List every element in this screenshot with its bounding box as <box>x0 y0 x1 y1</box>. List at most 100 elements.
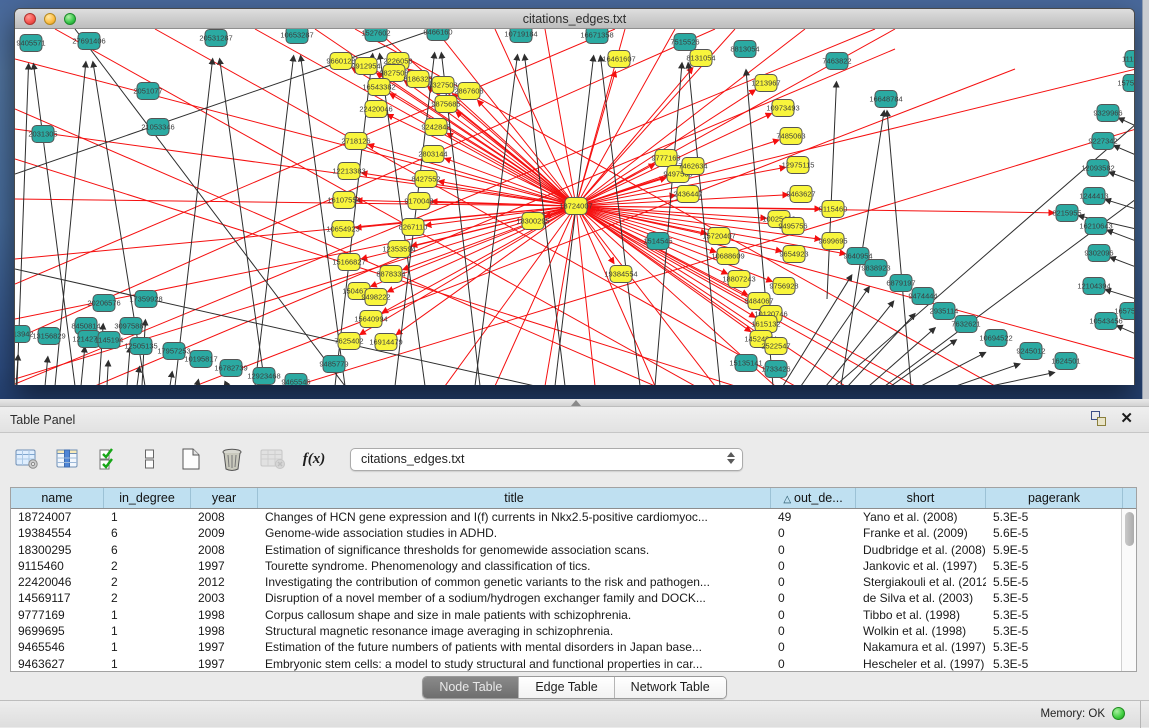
network-node[interactable]: 2051077 <box>133 83 162 100</box>
network-node[interactable]: 17359928 <box>129 291 162 308</box>
network-node[interactable]: 8878334 <box>376 266 405 283</box>
network-node[interactable]: 16914479 <box>369 334 402 351</box>
new-column-button[interactable] <box>178 446 204 472</box>
network-node[interactable]: 8427552 <box>411 171 440 188</box>
network-node[interactable]: 15751874 <box>1117 75 1134 92</box>
table-mode-button[interactable] <box>14 446 40 472</box>
network-node[interactable]: 9302096 <box>1084 245 1113 262</box>
network-node[interactable]: 7515526 <box>670 34 699 51</box>
network-edge[interactable] <box>1119 118 1134 126</box>
network-node[interactable]: 16461607 <box>602 51 635 68</box>
network-edge[interactable] <box>1117 326 1134 334</box>
network-node[interactable]: 1145194 <box>95 332 124 349</box>
column-header-title[interactable]: title <box>258 488 771 508</box>
network-node[interactable]: 9912954 <box>351 58 380 75</box>
network-node[interactable]: 9405571 <box>16 35 45 52</box>
scrollbar-thumb[interactable] <box>1125 512 1134 546</box>
network-node[interactable]: 2867608 <box>454 83 483 100</box>
close-panel-icon[interactable]: ✕ <box>1120 411 1133 426</box>
network-edge[interactable] <box>15 29 615 284</box>
network-node[interactable]: 8131054 <box>686 50 715 67</box>
network-edge[interactable] <box>255 56 294 385</box>
panel-divider[interactable] <box>0 399 1149 407</box>
tab-edge-table[interactable]: Edge Table <box>519 677 614 698</box>
network-node[interactable]: 20531287 <box>199 30 232 47</box>
network-edge[interactable] <box>1109 172 1134 182</box>
network-node[interactable]: 9170048 <box>404 193 433 210</box>
network-node[interactable]: 9777169 <box>651 150 680 167</box>
network-edge[interactable] <box>827 82 836 299</box>
network-node[interactable]: 16782739 <box>214 360 247 377</box>
network-node[interactable]: 10654923 <box>326 221 359 238</box>
network-node[interactable]: 10719184 <box>504 29 537 43</box>
network-edge[interactable] <box>576 206 1054 213</box>
network-node[interactable]: 1624501 <box>1051 353 1080 370</box>
table-row[interactable]: 911546021997Tourette syndrome. Phenomeno… <box>11 558 1136 574</box>
network-node[interactable]: 12093582 <box>1081 160 1114 177</box>
network-node[interactable]: 1514545 <box>643 233 672 250</box>
network-node[interactable]: 1733426 <box>761 361 790 378</box>
network-edge[interactable] <box>576 69 1134 206</box>
memory-ok-indicator[interactable] <box>1112 707 1125 720</box>
network-node[interactable]: 15135141 <box>729 355 762 372</box>
network-node[interactable]: 7485063 <box>776 128 805 145</box>
network-edge[interactable] <box>1110 257 1134 267</box>
network-edge[interactable] <box>826 301 894 385</box>
network-node[interactable]: 9329966 <box>1093 105 1122 122</box>
network-edge[interactable] <box>600 56 640 385</box>
show-columns-button[interactable] <box>55 446 81 472</box>
network-edge[interactable] <box>447 133 576 206</box>
tab-node-table[interactable]: Node Table <box>423 677 519 698</box>
network-window-titlebar[interactable]: citations_edges.txt <box>15 9 1134 29</box>
network-edge[interactable] <box>137 367 139 385</box>
table-row[interactable]: 2242004622012Investigating the contribut… <box>11 574 1136 590</box>
network-node[interactable]: 1615132 <box>751 316 780 333</box>
tab-network-table[interactable]: Network Table <box>615 677 726 698</box>
network-node[interactable]: 12923468 <box>247 368 280 385</box>
network-node[interactable]: 9699695 <box>818 233 847 250</box>
network-node[interactable]: 9875685 <box>431 96 460 113</box>
network-node[interactable]: 1244413 <box>1079 188 1108 205</box>
network-node[interactable]: 6879197 <box>886 275 915 292</box>
float-panel-icon[interactable] <box>1091 411 1106 426</box>
network-node[interactable]: 9654923 <box>779 246 808 263</box>
table-row[interactable]: 969969511998Structural magnetic resonanc… <box>11 623 1136 639</box>
network-node[interactable]: 7463822 <box>822 53 851 70</box>
node-table[interactable]: namein_degreeyeartitle△out_de...shortpag… <box>10 487 1137 672</box>
network-edge[interactable] <box>127 347 130 385</box>
column-header-year[interactable]: year <box>191 488 258 508</box>
network-node[interactable]: 2803144 <box>418 146 447 163</box>
network-edge[interactable] <box>1114 146 1134 155</box>
network-node[interactable]: 8267110 <box>399 219 428 236</box>
table-row[interactable]: 1456911722003Disruption of a novel membe… <box>11 590 1136 606</box>
network-node[interactable]: 9756928 <box>769 278 798 295</box>
network-node[interactable]: 27691406 <box>72 33 105 50</box>
network-edge[interactable] <box>576 206 1134 359</box>
divider-grip-icon[interactable] <box>571 400 581 406</box>
network-edge[interactable] <box>1105 290 1134 299</box>
network-edge[interactable] <box>478 101 576 206</box>
network-node[interactable]: 9474444 <box>908 288 937 305</box>
network-node[interactable]: 2436447 <box>673 186 702 203</box>
network-canvas[interactable]: 1872400796601289912954222605898275088186… <box>15 29 1134 385</box>
table-row[interactable]: 1872400712008Changes of HCN gene express… <box>11 509 1136 525</box>
selection-mode-button[interactable] <box>96 446 122 472</box>
delete-column-button[interactable] <box>219 446 245 472</box>
row-display-button[interactable] <box>137 446 163 472</box>
network-node[interactable]: 30975887 <box>114 318 147 335</box>
network-node[interactable]: 9242848 <box>421 119 450 136</box>
column-header-name[interactable]: name <box>11 488 104 508</box>
network-node[interactable]: 1527602 <box>361 29 390 42</box>
table-row[interactable]: 1830029562008Estimation of significance … <box>11 542 1136 558</box>
network-edge[interactable] <box>991 373 1054 385</box>
network-edge[interactable] <box>107 361 108 385</box>
network-edge[interactable] <box>1107 230 1134 241</box>
network-node[interactable]: 8215955 <box>1052 205 1081 222</box>
network-node[interactable]: 7625402 <box>334 333 363 350</box>
network-node[interactable]: 20206576 <box>87 295 120 312</box>
network-edge[interactable] <box>887 111 911 385</box>
column-header-in_degree[interactable]: in_degree <box>104 488 191 508</box>
network-node[interactable]: 2031305 <box>28 126 57 143</box>
table-row[interactable]: 946362711997Embryonic stem cells: a mode… <box>11 656 1136 672</box>
network-edge[interactable] <box>848 314 915 385</box>
